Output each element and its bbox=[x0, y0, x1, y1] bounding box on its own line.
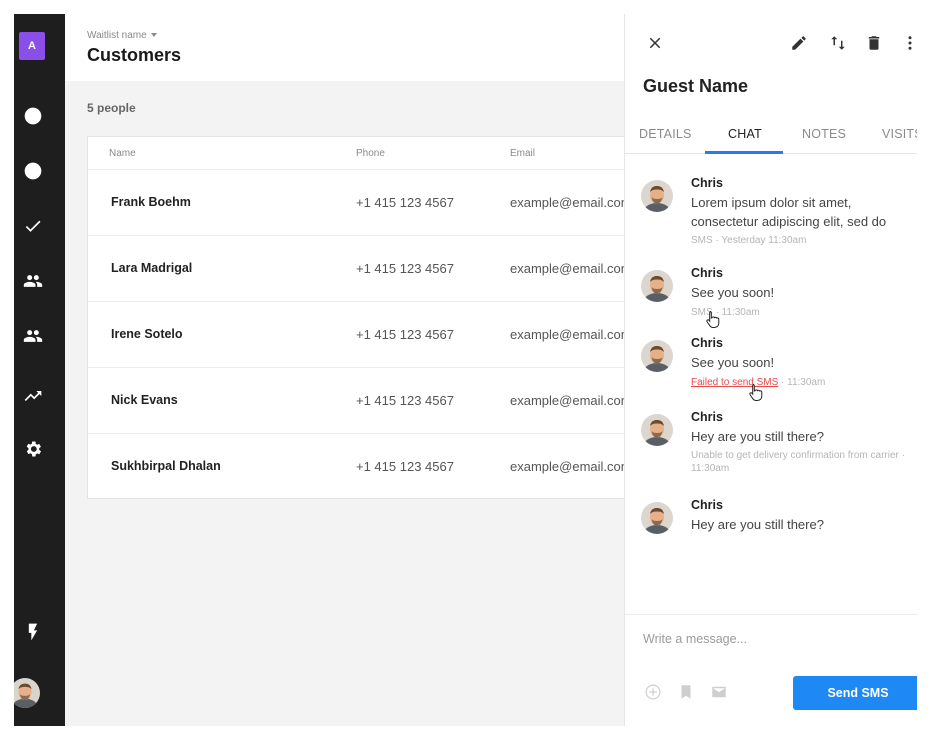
message-author: Chris bbox=[691, 410, 723, 424]
tab-details[interactable]: DETAILS bbox=[639, 127, 692, 141]
add-icon[interactable] bbox=[643, 682, 663, 702]
customer-email: example@email.com bbox=[510, 195, 632, 210]
avatar bbox=[641, 414, 673, 446]
bolt-icon[interactable] bbox=[22, 621, 44, 643]
customer-phone: +1 415 123 4567 bbox=[356, 393, 454, 408]
active-tab-indicator bbox=[705, 151, 783, 154]
message-text: Hey are you still there? bbox=[691, 517, 824, 532]
customer-phone: +1 415 123 4567 bbox=[356, 327, 454, 342]
customer-name: Nick Evans bbox=[111, 393, 178, 407]
column-header-email[interactable]: Email bbox=[510, 148, 535, 159]
chevron-down-icon bbox=[150, 33, 157, 38]
mail-icon[interactable] bbox=[709, 682, 729, 702]
failed-sms-link[interactable]: Failed to send SMS bbox=[691, 377, 778, 388]
clock-icon[interactable] bbox=[22, 105, 44, 127]
message-text: See you soon! bbox=[691, 355, 775, 370]
more-vertical-icon[interactable] bbox=[899, 32, 917, 54]
sort-icon[interactable] bbox=[827, 32, 849, 54]
message-meta: Failed to send SMS · 11:30am bbox=[691, 376, 911, 389]
page-title: Customers bbox=[87, 45, 182, 65]
people-count: 5 people bbox=[87, 101, 136, 115]
message-meta: SMS · Yesterday 11:30am bbox=[691, 235, 807, 246]
tab-visits[interactable]: VISITS bbox=[882, 127, 917, 141]
table-row[interactable]: Frank Boehm +1 415 123 4567 example@emai… bbox=[88, 169, 648, 235]
trash-icon[interactable] bbox=[863, 32, 885, 54]
message-text: Lorem ipsum dolor sit amet, consectetur … bbox=[691, 195, 887, 229]
customer-email: example@email.com bbox=[510, 459, 632, 474]
customer-name: Frank Boehm bbox=[111, 195, 191, 209]
gear-icon[interactable] bbox=[22, 438, 44, 460]
send-sms-button[interactable]: Send SMS bbox=[793, 676, 917, 710]
customer-phone: +1 415 123 4567 bbox=[356, 459, 454, 474]
avatar bbox=[641, 340, 673, 372]
avatar bbox=[641, 180, 673, 212]
panel-tabs: DETAILS CHAT NOTES VISITS bbox=[625, 117, 917, 154]
customer-phone: +1 415 123 4567 bbox=[356, 261, 454, 276]
people-icon[interactable] bbox=[22, 270, 44, 292]
table-row[interactable]: Lara Madrigal +1 415 123 4567 example@em… bbox=[88, 235, 648, 301]
table-row[interactable]: Irene Sotelo +1 415 123 4567 example@ema… bbox=[88, 301, 648, 367]
waitlist-selector[interactable]: Waitlist name bbox=[87, 30, 157, 41]
customers-table: Name Phone Email Frank Boehm +1 415 123 … bbox=[87, 136, 648, 499]
tab-chat[interactable]: CHAT bbox=[728, 127, 762, 141]
guest-name: Guest Name bbox=[643, 76, 749, 96]
customer-email: example@email.com bbox=[510, 327, 632, 342]
message-text: Hey are you still there? bbox=[691, 429, 824, 444]
hand-cursor-icon bbox=[706, 311, 720, 328]
customer-email: example@email.com bbox=[510, 261, 632, 276]
customer-name: Lara Madrigal bbox=[111, 261, 193, 275]
app-window: A Waitlist name Customers 5 people Name … bbox=[14, 14, 917, 726]
compose-divider bbox=[625, 614, 917, 615]
customer-phone: +1 415 123 4567 bbox=[356, 195, 454, 210]
user-avatar[interactable] bbox=[14, 678, 40, 708]
column-header-phone[interactable]: Phone bbox=[356, 148, 385, 159]
waitlist-label: Waitlist name bbox=[87, 30, 147, 41]
check-icon[interactable] bbox=[22, 215, 44, 237]
group-icon[interactable] bbox=[22, 325, 44, 347]
trending-icon[interactable] bbox=[22, 385, 44, 407]
customer-name: Sukhbirpal Dhalan bbox=[111, 459, 221, 473]
guest-panel: Guest Name DETAILS CHAT NOTES VISITS Chr… bbox=[624, 14, 917, 726]
table-row[interactable]: Nick Evans +1 415 123 4567 example@email… bbox=[88, 367, 648, 433]
customer-name: Irene Sotelo bbox=[111, 327, 183, 341]
customer-email: example@email.com bbox=[510, 393, 632, 408]
close-icon[interactable] bbox=[644, 32, 666, 54]
avatar bbox=[641, 270, 673, 302]
history-icon[interactable] bbox=[22, 160, 44, 182]
message-author: Chris bbox=[691, 498, 723, 512]
message-author: Chris bbox=[691, 336, 723, 350]
sidebar: A bbox=[14, 14, 65, 726]
tab-notes[interactable]: NOTES bbox=[802, 127, 846, 141]
message-author: Chris bbox=[691, 266, 723, 280]
message-text: See you soon! bbox=[691, 285, 775, 300]
bookmark-icon[interactable] bbox=[676, 682, 696, 702]
page-header: Waitlist name Customers bbox=[65, 14, 625, 81]
hand-cursor-icon bbox=[749, 384, 763, 401]
message-meta: Unable to get delivery confirmation from… bbox=[691, 450, 905, 474]
message-input[interactable] bbox=[643, 632, 893, 646]
avatar bbox=[641, 502, 673, 534]
message-meta[interactable]: SMS · 11:30am bbox=[691, 306, 911, 319]
edit-icon[interactable] bbox=[788, 32, 810, 54]
org-badge[interactable]: A bbox=[19, 32, 45, 60]
message-time: · 11:30am bbox=[778, 377, 826, 388]
column-header-name[interactable]: Name bbox=[109, 148, 136, 159]
message-author: Chris bbox=[691, 176, 723, 190]
table-row[interactable]: Sukhbirpal Dhalan +1 415 123 4567 exampl… bbox=[88, 433, 648, 499]
